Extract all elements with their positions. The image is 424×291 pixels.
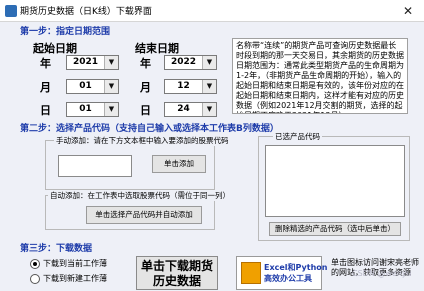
radio-selected-icon[interactable] xyxy=(30,258,40,269)
auto-add-frame-title: 自动添加：在工作表中选取股票代码（需位于同一列） xyxy=(48,190,232,201)
tool-logo-button[interactable]: Excel和Python 高效办公工具 xyxy=(236,256,327,290)
start-month-select[interactable]: 01 ▼ xyxy=(66,79,119,94)
window-title: 期货历史数据（日K线）下载界面 xyxy=(20,7,152,17)
logo-icon xyxy=(241,262,261,284)
step1-title: 第一步：指定日期范围 xyxy=(20,27,111,37)
manual-add-frame-title: 手动添加：请在下方文本框中输入要添加的股票代码 xyxy=(54,135,231,146)
select-and-add-button[interactable]: 单击选择产品代码并自动添加 xyxy=(86,206,202,224)
download-button-line1: 单击下载期货 xyxy=(140,259,213,273)
logo-line1: Excel和Python xyxy=(264,263,328,272)
end-year-unit: 年 xyxy=(140,57,151,70)
radio-unselected-icon[interactable] xyxy=(30,273,40,284)
chevron-down-icon[interactable]: ▼ xyxy=(202,80,216,93)
close-button[interactable]: ✕ xyxy=(393,1,423,21)
start-year-select[interactable]: 2021 ▼ xyxy=(66,55,119,70)
end-date-label: 结束日期 xyxy=(135,42,179,55)
end-day-value: 24 xyxy=(177,104,190,114)
start-year-value: 2021 xyxy=(72,57,99,67)
start-date-label: 起始日期 xyxy=(33,42,77,55)
radio-download-current[interactable]: 下载到当前工作薄 xyxy=(30,258,107,269)
end-month-unit: 月 xyxy=(140,81,151,94)
end-year-value: 2022 xyxy=(170,57,197,67)
chevron-down-icon[interactable]: ▼ xyxy=(202,103,216,116)
logo-line2: 高效办公工具 xyxy=(264,274,312,283)
download-button[interactable]: 单击下载期货 历史数据 xyxy=(136,256,218,290)
step3-title: 第三步：下载数据 xyxy=(20,244,93,254)
start-day-unit: 日 xyxy=(40,104,51,117)
auto-add-frame: 自动添加：在工作表中选取股票代码（需位于同一列） 单击选择产品代码并自动添加 xyxy=(45,190,232,230)
selected-codes-frame-title: 已选产品代码 xyxy=(273,131,322,142)
chevron-down-icon[interactable]: ▼ xyxy=(202,56,216,69)
date-info-text: 名称带“连续”的期货产品可查询历史数据最长时段到期的那一天交易日，其余期货的历史… xyxy=(232,38,408,114)
selected-codes-list[interactable] xyxy=(265,145,405,217)
end-day-unit: 日 xyxy=(140,104,151,117)
chevron-down-icon[interactable]: ▼ xyxy=(104,56,118,69)
selected-codes-frame: 已选产品代码 删除精选的产品代码（选中后单击） xyxy=(258,131,410,241)
end-year-select[interactable]: 2022 ▼ xyxy=(164,55,217,70)
radio-new-label: 下载到新建工作薄 xyxy=(43,274,107,283)
start-year-unit: 年 xyxy=(40,57,51,70)
end-day-select[interactable]: 24 ▼ xyxy=(164,102,217,117)
download-button-line2: 历史数据 xyxy=(152,274,201,288)
add-button[interactable]: 单击添加 xyxy=(152,155,206,173)
start-day-value: 01 xyxy=(79,104,92,114)
step2-title: 第二步：选择产品代码（支持自己输入或选择本工作表B列数据） xyxy=(20,124,279,134)
manual-add-frame: 手动添加：请在下方文本框中输入要添加的股票代码 单击添加 xyxy=(45,135,231,190)
title-bar: 期货历史数据（日K线）下载界面 ✕ xyxy=(0,0,424,22)
radio-current-label: 下载到当前工作薄 xyxy=(43,259,107,268)
start-day-select[interactable]: 01 ▼ xyxy=(66,102,119,117)
radio-download-new[interactable]: 下载到新建工作薄 xyxy=(30,273,107,284)
delete-selected-button[interactable]: 删除精选的产品代码（选中后单击） xyxy=(269,222,401,236)
end-month-select[interactable]: 12 ▼ xyxy=(164,79,217,94)
app-icon xyxy=(5,5,17,17)
start-month-unit: 月 xyxy=(40,81,51,94)
code-input[interactable] xyxy=(58,155,132,177)
watermark: CSDN @wenyu xyxy=(352,269,412,278)
end-month-value: 12 xyxy=(177,81,190,91)
start-month-value: 01 xyxy=(79,81,92,91)
chevron-down-icon[interactable]: ▼ xyxy=(104,80,118,93)
chevron-down-icon[interactable]: ▼ xyxy=(104,103,118,116)
